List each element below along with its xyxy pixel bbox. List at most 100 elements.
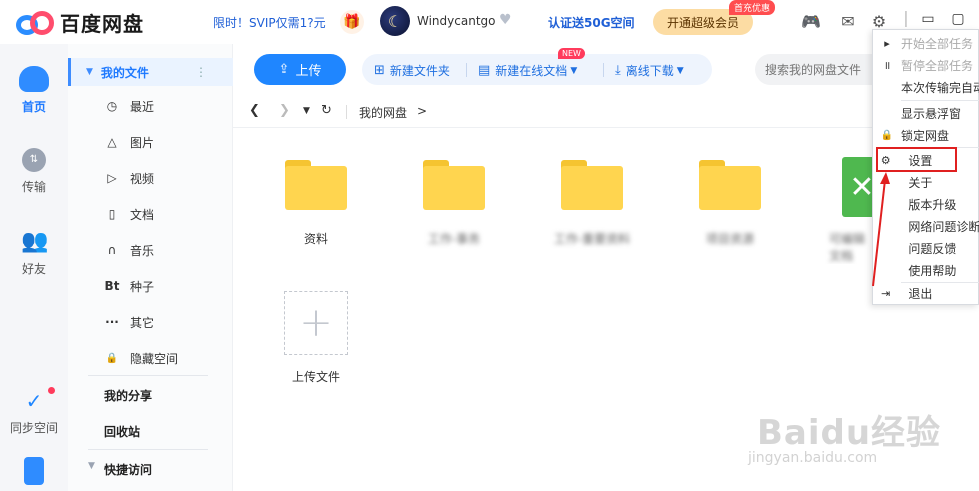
watermark-logo: Baidu经验 [757, 413, 942, 453]
menu-item-start-all[interactable]: ▸ 开始全部任务 [873, 32, 979, 54]
vip-button-label: 开通超级会员 [666, 15, 739, 30]
folder-item[interactable]: 工作-事务 [399, 160, 509, 247]
sidebar-item-my-files[interactable]: ▼ 我的文件 ⋮ [68, 58, 233, 86]
menu-item-label: 显示悬浮窗 [901, 106, 962, 121]
rail-item-friends[interactable]: 👥 好友 [0, 230, 68, 277]
play-icon: ▸ [884, 36, 890, 50]
avatar[interactable]: ☾ [380, 6, 410, 36]
rail-item-home[interactable]: 首页 [0, 66, 68, 115]
download-icon: ⤓ [615, 63, 621, 78]
upload-icon: ⇪ [278, 62, 290, 77]
folder-item[interactable]: 资料 [261, 160, 371, 247]
cloud-icon [19, 66, 49, 92]
folder-item[interactable]: 工作-重要资料 [537, 160, 647, 247]
sidebar-item-recycle-bin[interactable]: 回收站 [104, 423, 140, 440]
image-icon: △ [107, 135, 117, 149]
sidebar-item-hidden-space[interactable]: 🔒 隐藏空间 [68, 347, 233, 369]
sidebar-item-label: 音乐 [130, 243, 155, 258]
maximize-window-icon[interactable]: ▢ [950, 11, 966, 27]
upload-file-label: 上传文件 [291, 370, 340, 384]
sidebar-item-label: 其它 [130, 315, 155, 330]
title-bar: 百度网盘 限时！SVIP仅需1?元 🎁 ☾ Windycantgo ♥ 认证送5… [0, 0, 979, 44]
game-controller-icon[interactable]: 🎮 [801, 12, 821, 31]
menu-item-label: 版本升级 [908, 197, 957, 212]
folder-icon [699, 160, 761, 210]
app-logo: 百度网盘 [16, 8, 144, 37]
vip-discount-badge: 首充优惠 [729, 0, 776, 15]
upload-button[interactable]: ⇪ 上传 [254, 54, 346, 85]
restore-window-icon[interactable]: ▭ [920, 11, 936, 27]
video-icon: ▷ [107, 171, 117, 185]
offline-download-label: 离线下载 [625, 64, 674, 78]
add-folder-icon: ⊞ [374, 63, 385, 78]
forward-arrow-icon[interactable]: ❯ [279, 103, 290, 118]
new-folder-button[interactable]: ⊞ 新建文件夹 [374, 62, 450, 79]
sidebar-item-images[interactable]: △ 图片 [68, 131, 233, 153]
new-badge: NEW [558, 48, 585, 59]
sidebar-item-label: 图片 [130, 135, 155, 150]
divider: | [903, 8, 909, 27]
membership-level-icon[interactable]: ♥ [499, 12, 512, 28]
sidebar-item-music[interactable]: ∩ 音乐 [68, 239, 233, 261]
history-dropdown-icon[interactable]: ▼ [303, 106, 310, 116]
upload-file-tile[interactable]: + 上传文件 [261, 291, 371, 385]
baidu-netdisk-logo-icon [16, 10, 54, 36]
search-input[interactable] [755, 54, 875, 85]
sidebar-item-recent[interactable]: ◷ 最近 [68, 95, 233, 117]
menu-item-floating-window[interactable]: 显示悬浮窗 [873, 102, 979, 124]
verify-link[interactable]: 认证送50G空间 [548, 14, 635, 31]
svip-promo-link[interactable]: 限时！SVIP仅需1?元 [213, 14, 326, 31]
headphones-icon: ∩ [107, 243, 117, 257]
sidebar: ▼ 我的文件 ⋮ ◷ 最近 △ 图片 ▷ 视频 ▯ 文档 ∩ 音乐 Bt 种子 … [68, 44, 233, 491]
caret-down-icon[interactable]: ▼ [88, 461, 95, 471]
menu-item-label: 关于 [908, 175, 933, 190]
lock-icon: 🔒 [105, 352, 119, 364]
phone-icon[interactable] [24, 457, 44, 485]
gift-icon[interactable]: 🎁 [340, 10, 364, 34]
red-arrow-annotation [872, 172, 890, 287]
sidebar-item-torrents[interactable]: Bt 种子 [68, 275, 233, 297]
sidebar-item-quick-access[interactable]: 快捷访问 [104, 461, 152, 478]
divider [603, 63, 604, 77]
sidebar-item-my-share[interactable]: 我的分享 [104, 387, 152, 404]
new-document-icon: ▤ [478, 63, 491, 78]
sidebar-item-label: 最近 [130, 99, 155, 114]
sidebar-item-label: 种子 [130, 279, 155, 294]
transfer-icon: ⇅ [22, 148, 46, 172]
plus-icon: + [284, 291, 348, 355]
sidebar-item-other[interactable]: ··· 其它 [68, 311, 233, 333]
back-arrow-icon[interactable]: ❮ [249, 103, 260, 118]
divider [88, 449, 208, 450]
friends-icon: 👥 [21, 229, 49, 254]
rail-label: 同步空间 [9, 421, 58, 435]
breadcrumb-root[interactable]: 我的网盘 [359, 104, 407, 121]
sidebar-item-label: 我的文件 [100, 65, 149, 80]
menu-item-auto-shutdown[interactable]: 本次传输完自动关机 [873, 76, 979, 98]
folder-item[interactable]: 项目资源 [675, 160, 785, 247]
rail-item-transfer[interactable]: ⇅ 传输 [0, 148, 68, 195]
mail-icon[interactable]: ✉ [838, 12, 858, 31]
sidebar-item-label: 视频 [130, 171, 155, 186]
refresh-icon[interactable]: ↻ [321, 103, 332, 118]
username[interactable]: Windycantgo [417, 14, 495, 28]
divider [88, 375, 208, 376]
notification-dot [48, 387, 55, 394]
folder-icon [285, 160, 347, 210]
caret-down-icon: ▼ [86, 67, 93, 77]
menu-item-lock-netdisk[interactable]: 🔒 锁定网盘 [873, 124, 979, 146]
more-vertical-icon[interactable]: ⋮ [195, 65, 207, 79]
menu-item-label: 开始全部任务 [901, 36, 974, 51]
rail-label: 好友 [21, 262, 46, 276]
menu-item-label: 问题反馈 [908, 241, 957, 256]
lock-icon: 🔒 [880, 129, 894, 141]
app-title: 百度网盘 [60, 12, 144, 36]
left-rail: 首页 ⇅ 传输 👥 好友 ✓ 同步空间 [0, 44, 68, 491]
new-online-doc-button[interactable]: ▤ 新建在线文档 ▼ [478, 62, 577, 79]
sidebar-item-documents[interactable]: ▯ 文档 [68, 203, 233, 225]
rail-item-sync-space[interactable]: ✓ 同步空间 [0, 389, 68, 436]
sidebar-item-videos[interactable]: ▷ 视频 [68, 167, 233, 189]
file-name: 工作-事务 [427, 232, 481, 246]
menu-item-pause-all[interactable]: ॥ 暂停全部任务 [873, 54, 979, 76]
highlight-box [876, 147, 957, 172]
offline-download-button[interactable]: ⤓ 离线下载 ▼ [615, 62, 684, 79]
